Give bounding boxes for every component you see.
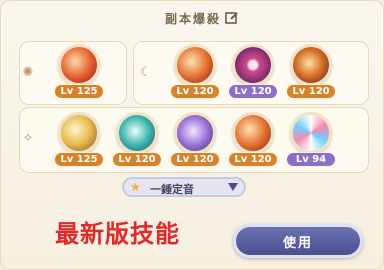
panel-header: 副本爆殺 — [1, 1, 384, 35]
preset-dropdown[interactable]: ★ 一錘定音 — [122, 177, 246, 197]
skill-icon-fire — [174, 44, 216, 86]
skill-row-moon: ☾ Lv 120 Lv 120 Lv 120 — [133, 41, 369, 105]
skill-icon-vortex — [290, 44, 332, 86]
skill-slot[interactable]: Lv 125 — [54, 44, 104, 106]
star-icon: ★ — [130, 180, 141, 194]
skill-icon-swirl — [290, 112, 332, 154]
skill-level-badge: Lv 120 — [228, 152, 278, 167]
chevron-down-icon — [228, 183, 238, 191]
star-icon: ✧ — [22, 130, 34, 146]
skill-level-badge: Lv 120 — [170, 84, 220, 99]
sun-icon: ✺ — [22, 64, 34, 80]
skill-preset-panel: 副本爆殺 ✺ Lv 125 ☾ Lv 120 Lv 120 Lv 120 ✧ L… — [0, 0, 384, 270]
skill-row-sun: ✺ Lv 125 — [19, 41, 127, 105]
skill-slot[interactable]: Lv 120 — [228, 112, 278, 174]
use-button[interactable]: 使用 — [233, 224, 363, 258]
skill-level-badge: Lv 125 — [54, 152, 104, 167]
dropdown-selected: 一錘定音 — [150, 183, 194, 196]
skill-slot[interactable]: Lv 120 — [112, 112, 162, 174]
skill-icon-fire — [232, 112, 274, 154]
preset-title: 副本爆殺 — [164, 11, 221, 26]
skill-slot[interactable]: Lv 125 — [54, 112, 104, 174]
skill-slot[interactable]: Lv 94 — [286, 112, 336, 174]
skill-level-badge: Lv 120 — [112, 152, 162, 167]
skill-row-star: ✧ Lv 125 Lv 120 Lv 120 Lv 120 Lv 94 — [19, 107, 369, 173]
skill-level-badge: Lv 120 — [286, 84, 336, 99]
overlay-text: 最新版技能 — [55, 220, 180, 248]
skill-slot[interactable]: Lv 120 — [170, 44, 220, 106]
skill-icon-target — [232, 44, 274, 86]
skill-icon-fire — [58, 44, 100, 86]
skill-icon-teal — [116, 112, 158, 154]
skill-slot[interactable]: Lv 120 — [286, 44, 336, 106]
skill-icon-wind — [58, 112, 100, 154]
moon-icon: ☾ — [140, 64, 152, 80]
skill-level-badge: Lv 120 — [170, 152, 220, 167]
skill-slot[interactable]: Lv 120 — [170, 112, 220, 174]
skill-slot[interactable]: Lv 120 — [228, 44, 278, 106]
edit-icon[interactable] — [225, 11, 239, 25]
skill-level-badge: Lv 125 — [54, 84, 104, 99]
skill-level-badge: Lv 94 — [286, 152, 336, 167]
skill-icon-violet — [174, 112, 216, 154]
skill-level-badge: Lv 120 — [228, 84, 278, 99]
